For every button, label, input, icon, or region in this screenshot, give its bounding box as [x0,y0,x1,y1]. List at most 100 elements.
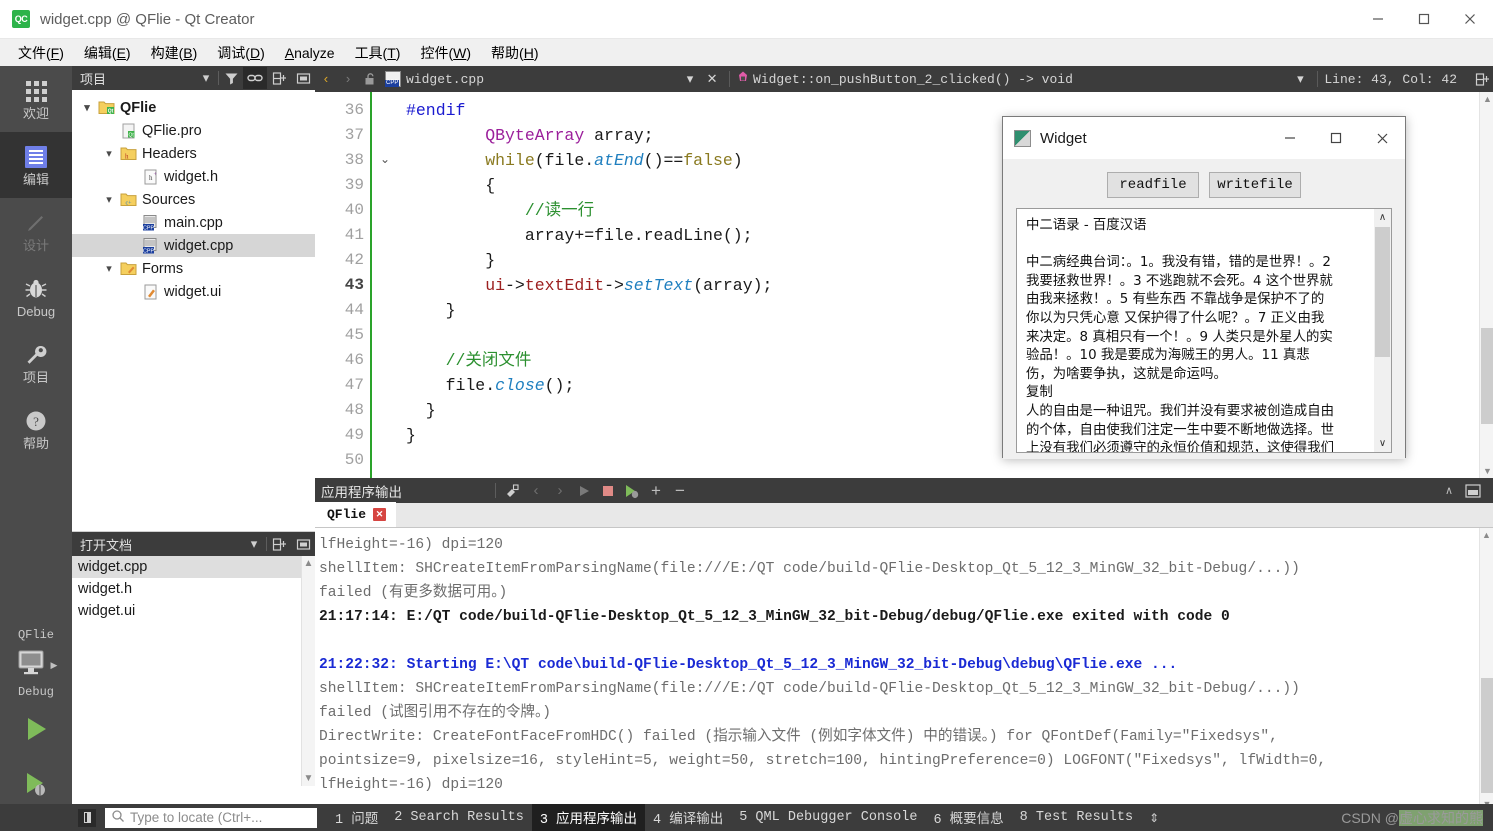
chevron-down-icon[interactable]: ▾ [100,147,118,160]
window-close-button[interactable] [1447,0,1493,38]
menu-item-1[interactable]: 文件(F) [8,40,74,66]
mode-design[interactable]: 设计 [0,198,72,264]
readfile-button[interactable]: readfile [1107,172,1199,198]
chevron-down-icon[interactable]: ▾ [78,101,96,114]
dialog-textedit-scrollbar[interactable]: ∧ ∨ [1374,209,1391,452]
locator-input[interactable]: Type to locate (Ctrl+... [105,807,317,828]
open-doc-item[interactable]: widget.ui [72,600,315,622]
maximize-pane-icon[interactable] [1461,479,1485,503]
status-tab-4[interactable]: 4 编译输出 [645,804,731,831]
symbol-dropdown-arrow-icon[interactable]: ▾ [1289,72,1311,87]
scroll-up-icon[interactable]: ▲ [1483,94,1492,104]
minus-icon[interactable]: − [668,479,692,503]
status-tab-2[interactable]: 2 Search Results [386,807,532,828]
file-dropdown-arrow-icon[interactable]: ▾ [679,72,701,87]
widget-dialog[interactable]: Widget readfile writefile 中二语录 - 百度汉语 中二… [1002,116,1406,459]
split-icon[interactable] [267,67,291,89]
scroll-down-icon[interactable]: ∨ [1374,435,1391,452]
prev-icon[interactable]: ‹ [524,479,548,503]
plus-icon[interactable]: + [644,479,668,503]
fold-marker[interactable]: ⌄ [372,148,398,173]
unlocked-icon[interactable] [359,72,381,86]
editor-vertical-scrollbar[interactable]: ▲ ▼ [1479,92,1493,478]
window-maximize-button[interactable] [1401,0,1447,38]
dialog-textedit[interactable]: 中二语录 - 百度汉语 中二病经典台词：。1。我没有错，错的是世界！。2 我要拯… [1016,208,1392,453]
menu-item-7[interactable]: 控件(W) [410,40,481,66]
window-minimize-button[interactable] [1355,0,1401,38]
menu-item-8[interactable]: 帮助(H) [481,40,548,66]
tree-item-main-cpp[interactable]: CPP main.cpp [72,211,315,234]
stop-icon[interactable] [596,479,620,503]
dialog-minimize-button[interactable] [1267,118,1313,158]
tree-item-widget-ui[interactable]: widget.ui [72,280,315,303]
mode-help[interactable]: ? 帮助 [0,396,72,462]
collapse-pane-icon[interactable]: ∧ [1437,479,1461,503]
output-vertical-scrollbar[interactable]: ▲ ▼ [1479,528,1493,811]
debug-icon[interactable] [22,770,50,803]
tree-item-qflie-pro[interactable]: Qt QFlie.pro [72,119,315,142]
nav-forward-button[interactable]: › [337,72,359,87]
project-tree[interactable]: ▾ Qt QFlie Qt QFlie.pro ▾ h Headers h + widget.h ▾ c… [72,90,315,303]
tree-item-sources[interactable]: ▾ c+ Sources [72,188,315,211]
split-editor-icon[interactable] [1471,72,1493,87]
sidebar-toggle-icon[interactable] [78,808,96,827]
tree-item-qflie[interactable]: ▾ Qt QFlie [72,96,315,119]
tree-item-widget-h[interactable]: h + widget.h [72,165,315,188]
nav-back-button[interactable]: ‹ [315,72,337,87]
editor-file-selector[interactable]: widget.cpp [381,71,484,87]
status-tab-3[interactable]: 3 应用程序输出 [531,804,646,831]
next-icon[interactable]: › [548,479,572,503]
menu-item-4[interactable]: 调试(D) [207,40,274,66]
dialog-maximize-button[interactable] [1313,118,1359,158]
debug-icon[interactable] [620,479,644,503]
output-tab-qflie[interactable]: QFlie ✕ [315,502,397,527]
status-tab-7[interactable]: 8 Test Results [1012,807,1141,828]
close-icon[interactable]: ✕ [373,508,387,521]
editor-symbol-selector[interactable]: Widget::on_pushButton_2_clicked() -> voi… [753,72,1073,87]
close-panel-icon[interactable] [291,67,315,89]
output-pane-tabs[interactable]: 1 问题 2 Search Results 3 应用程序输出 4 编译输出 5 QML … [327,804,1141,831]
open-documents-list[interactable]: widget.cpp widget.h widget.ui [72,556,315,622]
scroll-down-icon[interactable]: ▼ [304,773,314,784]
chevron-down-icon[interactable]: ▾ [242,533,266,555]
run-icon[interactable] [22,715,50,748]
mode-welcome[interactable]: 欢迎 [0,66,72,132]
run-icon[interactable] [572,479,596,503]
dialog-close-button[interactable] [1359,118,1405,158]
split-icon[interactable] [267,533,291,555]
menu-item-2[interactable]: 编辑(E) [74,40,141,66]
output-text[interactable]: lfHeight=-16) dpi=120 shellItem: SHCreate… [315,528,1493,811]
link-icon[interactable] [243,67,267,89]
open-doc-item[interactable]: widget.h [72,578,315,600]
tree-item-widget-cpp[interactable]: CPP widget.cpp [72,234,315,257]
tree-item-forms[interactable]: ▾ Forms [72,257,315,280]
menu-item-5[interactable]: Analyze [275,42,345,64]
chevron-down-icon[interactable]: ▾ [194,67,218,89]
scrollbar-thumb[interactable] [1375,227,1390,357]
status-tab-6[interactable]: 6 概要信息 [925,804,1011,831]
chevron-down-icon[interactable]: ▾ [100,193,118,206]
clear-icon[interactable] [500,479,524,503]
scroll-down-icon[interactable]: ▼ [1483,466,1492,476]
tree-item-headers[interactable]: ▾ h Headers [72,142,315,165]
status-tab-1[interactable]: 1 问题 [327,804,386,831]
mode-debug[interactable]: Debug [0,264,72,330]
menu-item-6[interactable]: 工具(T) [345,40,411,66]
kit-selector[interactable]: ▶ Debug [0,648,72,699]
mode-projects[interactable]: 项目 [0,330,72,396]
filter-icon[interactable] [219,67,243,89]
pane-updown-icon[interactable]: ⇕ [1149,811,1159,825]
scroll-up-icon[interactable]: ∧ [1374,209,1391,226]
open-documents-scrollbar[interactable]: ▲ ▼ [301,556,315,786]
writefile-button[interactable]: writefile [1209,172,1301,198]
open-doc-item[interactable]: widget.cpp [72,556,315,578]
close-file-button[interactable]: ✕ [701,72,723,87]
scroll-up-icon[interactable]: ▲ [304,558,314,569]
menu-item-3[interactable]: 构建(B) [141,40,208,66]
status-tab-5[interactable]: 5 QML Debugger Console [731,807,925,828]
fold-column[interactable]: ⌄ [370,92,398,478]
close-panel-icon[interactable] [291,533,315,555]
chevron-down-icon[interactable]: ▾ [100,262,118,275]
scroll-up-icon[interactable]: ▲ [1480,528,1493,542]
mode-edit[interactable]: 编辑 [0,132,72,198]
